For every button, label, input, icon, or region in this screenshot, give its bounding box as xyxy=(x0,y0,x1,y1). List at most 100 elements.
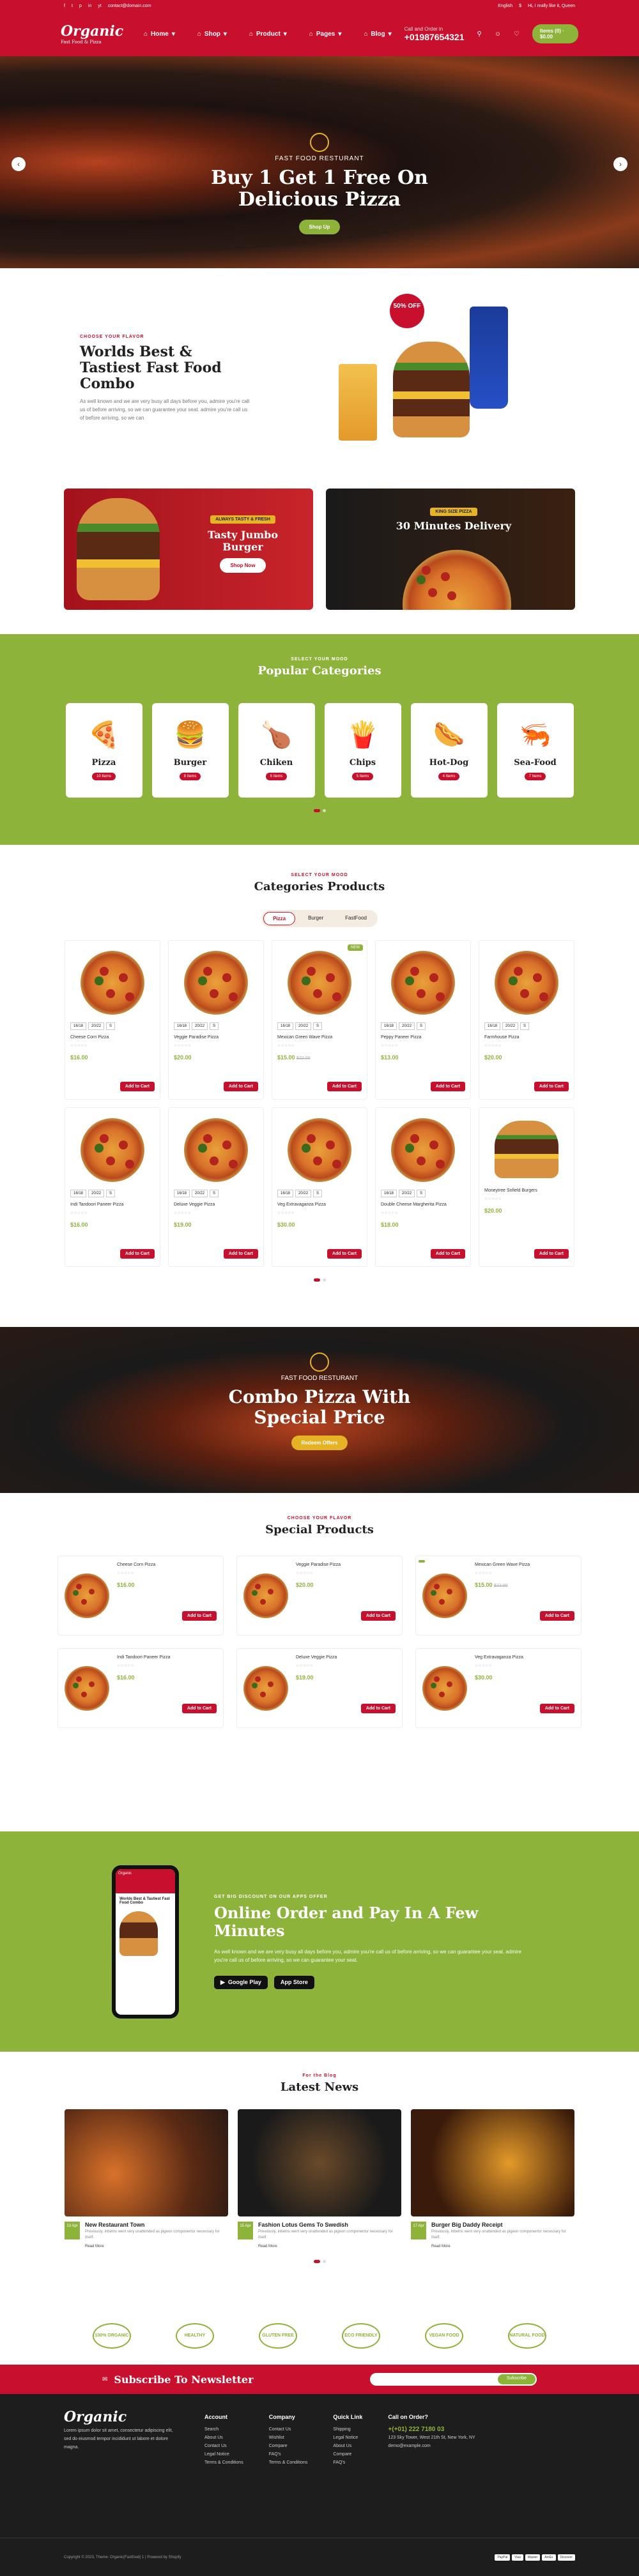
chevron-left-icon[interactable]: ‹ xyxy=(12,157,26,171)
news-image[interactable] xyxy=(238,2109,401,2216)
footer-link[interactable]: About Us xyxy=(333,2442,362,2450)
category-card[interactable]: 🍕 Pizza 10 Items xyxy=(65,703,142,798)
product-image[interactable] xyxy=(391,1118,455,1182)
product-name[interactable]: Indi Tandoori Paneer Pizza xyxy=(117,1655,217,1660)
product-name[interactable]: Mexican Green Wave Pizza xyxy=(277,1035,362,1040)
size-option[interactable]: 16/18 xyxy=(70,1190,87,1197)
read-more-link[interactable]: Read More xyxy=(431,2245,574,2248)
add-to-cart-button[interactable]: Add to Cart xyxy=(430,1249,465,1259)
user-icon[interactable]: ☺ xyxy=(495,31,501,38)
footer-phone[interactable]: +(+01) 222 7180 03 xyxy=(388,2425,475,2434)
special-product-card[interactable]: Cheese Corn Pizza ☆☆☆☆☆ $16.00 Add to Cart xyxy=(58,1556,224,1635)
size-option[interactable]: 20/22 xyxy=(88,1022,105,1030)
size-option[interactable]: 16/18 xyxy=(277,1190,294,1197)
subscribe-button[interactable]: Subscribe xyxy=(497,2374,535,2384)
product-name[interactable]: Peppy Paneer Pizza xyxy=(381,1035,465,1040)
carousel-dots[interactable] xyxy=(0,809,639,812)
redeem-button[interactable]: Redeem Offers xyxy=(291,1436,348,1450)
news-image[interactable] xyxy=(65,2109,228,2216)
facebook-icon[interactable]: f xyxy=(64,4,65,8)
product-image[interactable] xyxy=(495,951,558,1015)
footer-link[interactable]: Contact Us xyxy=(269,2425,308,2434)
size-option[interactable]: 16/18 xyxy=(70,1022,87,1030)
special-product-card[interactable]: Indi Tandoori Paneer Pizza ☆☆☆☆☆ $16.00 Add… xyxy=(58,1648,224,1728)
product-name[interactable]: Deluxe Veggie Pizza xyxy=(296,1655,396,1660)
news-card[interactable]: 15 Apr Fashion Lotus Gems To Swedish Previ… xyxy=(238,2109,401,2248)
product-name[interactable]: Mexican Green Wave Pizza xyxy=(475,1563,574,1567)
email-link[interactable]: contact@domain.com xyxy=(108,4,151,8)
youtube-icon[interactable]: yt xyxy=(98,4,101,8)
category-card[interactable]: 🌭 Hot-Dog 4 Items xyxy=(410,703,488,798)
product-name[interactable]: Moneytree Sofield Burgers xyxy=(484,1188,569,1193)
product-name[interactable]: Deluxe Veggie Pizza xyxy=(174,1202,258,1207)
add-to-cart-button[interactable]: Add to Cart xyxy=(181,1704,217,1713)
product-name[interactable]: Veg Extravaganza Pizza xyxy=(277,1202,362,1207)
product-image[interactable] xyxy=(288,1118,351,1182)
add-to-cart-button[interactable]: Add to Cart xyxy=(534,1082,569,1091)
product-image[interactable] xyxy=(422,1665,467,1711)
product-image[interactable] xyxy=(65,1573,109,1618)
footer-link[interactable]: FAQ's xyxy=(269,2450,308,2459)
product-card[interactable]: Moneytree Sofield Burgers ☆☆☆☆☆ $20.00 Add … xyxy=(479,1107,574,1267)
nav-blog[interactable]: ⌂ Blog ▾ xyxy=(364,31,391,38)
read-more-link[interactable]: Read More xyxy=(258,2245,401,2248)
size-option[interactable]: 16/18 xyxy=(484,1022,501,1030)
category-card[interactable]: 🦐 Sea-Food 7 Items xyxy=(497,703,574,798)
category-card[interactable]: 🍔 Burger 8 Items xyxy=(151,703,229,798)
product-card[interactable]: 16/18 20/22 S Cheese Corn Pizza ☆☆☆☆☆ $16.00 A… xyxy=(65,940,160,1100)
special-product-card[interactable]: Veg Extravaganza Pizza ☆☆☆☆☆ $30.00 Add to … xyxy=(415,1648,581,1728)
size-option[interactable]: 16/18 xyxy=(277,1022,294,1030)
product-card[interactable]: 16/18 20/22 S Deluxe Veggie Pizza ☆☆☆☆☆ $19.0… xyxy=(168,1107,264,1267)
promo-burger[interactable]: ALWAYS TASTY & FRESH Tasty Jumbo Burger … xyxy=(64,489,313,610)
size-option[interactable]: S xyxy=(417,1022,426,1030)
nav-shop[interactable]: ⌂ Shop ▾ xyxy=(197,31,227,38)
special-product-card[interactable]: Mexican Green Wave Pizza ☆☆☆☆☆ $15.00 $22.… xyxy=(415,1556,581,1635)
product-image[interactable] xyxy=(184,951,248,1015)
size-option[interactable]: 16/18 xyxy=(174,1022,190,1030)
product-card[interactable]: 16/18 20/22 S Veggie Paradise Pizza ☆☆☆☆☆ $20… xyxy=(168,940,264,1100)
product-image[interactable] xyxy=(495,1121,558,1178)
product-card[interactable]: 16/18 20/22 S Veg Extravaganza Pizza ☆☆☆☆☆ $3… xyxy=(272,1107,367,1267)
special-product-card[interactable]: Veggie Paradise Pizza ☆☆☆☆☆ $20.00 Add to C… xyxy=(236,1556,403,1635)
nav-home[interactable]: ⌂ Home ▾ xyxy=(144,31,175,38)
product-image[interactable] xyxy=(243,1573,288,1618)
footer-link[interactable]: Terms & Conditions xyxy=(204,2459,243,2467)
footer-link[interactable]: FAQ's xyxy=(333,2459,362,2467)
product-name[interactable]: Veggie Paradise Pizza xyxy=(296,1563,396,1567)
product-name[interactable]: Indi Tandoori Paneer Pizza xyxy=(70,1202,155,1207)
footer-link[interactable]: Wishlist xyxy=(269,2434,308,2442)
promo-pizza[interactable]: KING SIZE PIZZA 30 Minutes Delivery xyxy=(326,489,575,610)
product-image[interactable] xyxy=(288,951,351,1015)
size-option[interactable]: 20/22 xyxy=(399,1190,415,1197)
pinterest-icon[interactable]: p xyxy=(79,4,82,8)
product-name[interactable]: Double Cheese Margherita Pizza xyxy=(381,1202,465,1207)
size-option[interactable]: S xyxy=(210,1022,219,1030)
size-option[interactable]: S xyxy=(210,1190,219,1197)
twitter-icon[interactable]: t xyxy=(72,4,73,8)
size-option[interactable]: 16/18 xyxy=(381,1022,397,1030)
shop-now-button[interactable]: Shop Now xyxy=(220,558,266,573)
google-play-button[interactable]: ▶ Google Play xyxy=(214,1975,268,1989)
footer-email[interactable]: demo@example.com xyxy=(388,2442,475,2450)
product-image[interactable] xyxy=(391,951,455,1015)
linkedin-icon[interactable]: in xyxy=(88,4,91,8)
size-option[interactable]: 20/22 xyxy=(295,1190,312,1197)
size-option[interactable]: S xyxy=(106,1190,116,1197)
product-card[interactable]: 16/18 20/22 S Indi Tandoori Paneer Pizza ☆☆☆… xyxy=(65,1107,160,1267)
product-image[interactable] xyxy=(422,1573,467,1618)
read-more-link[interactable]: Read More xyxy=(85,2245,228,2248)
news-title[interactable]: Fashion Lotus Gems To Swedish xyxy=(258,2222,401,2228)
add-to-cart-button[interactable]: Add to Cart xyxy=(119,1082,155,1091)
product-card[interactable]: 16/18 20/22 S Farmhouse Pizza ☆☆☆☆☆ $20.00 Add… xyxy=(479,940,574,1100)
size-option[interactable]: 16/18 xyxy=(381,1190,397,1197)
news-title[interactable]: New Restaurant Town xyxy=(85,2222,228,2228)
size-option[interactable]: 20/22 xyxy=(192,1022,208,1030)
size-option[interactable]: 20/22 xyxy=(502,1022,519,1030)
currency-select[interactable]: $ xyxy=(519,4,521,8)
category-card[interactable]: 🍟 Chips 5 Items xyxy=(324,703,401,798)
add-to-cart-button[interactable]: Add to Cart xyxy=(360,1704,396,1713)
size-option[interactable]: 20/22 xyxy=(192,1190,208,1197)
product-image[interactable] xyxy=(184,1118,248,1182)
size-option[interactable]: 16/18 xyxy=(174,1190,190,1197)
footer-logo[interactable]: Organic xyxy=(64,2410,127,2424)
